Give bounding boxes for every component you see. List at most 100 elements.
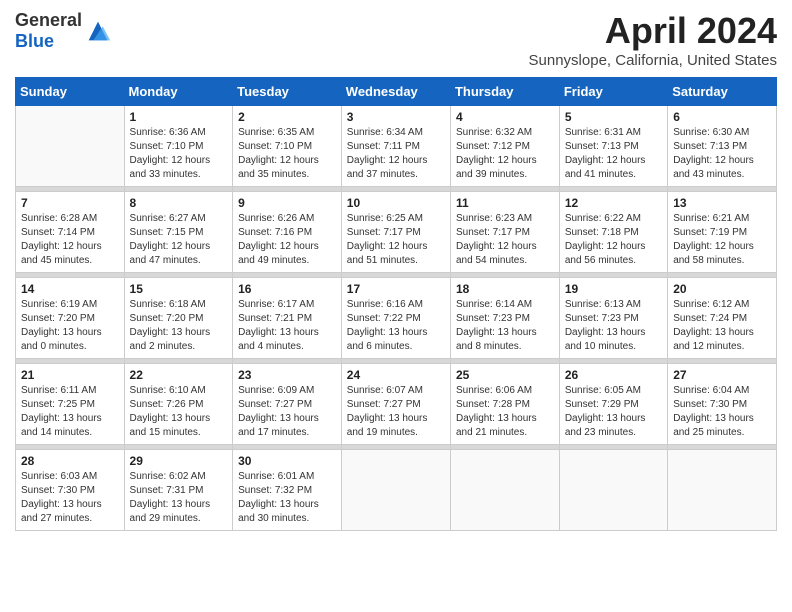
daylight-text: Daylight: 13 hours and 2 minutes. [130,326,228,354]
sunrise-text: Sunrise: 6:30 AM [673,126,771,140]
day-number: 21 [21,368,119,382]
daylight-text: Daylight: 13 hours and 8 minutes. [456,326,554,354]
day-info: Sunrise: 6:36 AMSunset: 7:10 PMDaylight:… [130,126,228,182]
sunrise-text: Sunrise: 6:19 AM [21,298,119,312]
day-info: Sunrise: 6:27 AMSunset: 7:15 PMDaylight:… [130,212,228,268]
sunrise-text: Sunrise: 6:05 AM [565,384,662,398]
day-number: 20 [673,282,771,296]
page-header: General Blue April 2024 Sunnyslope, Cali… [15,10,777,69]
calendar-cell: 15Sunrise: 6:18 AMSunset: 7:20 PMDayligh… [124,278,233,359]
sunset-text: Sunset: 7:15 PM [130,226,228,240]
weekday-header-thursday: Thursday [450,78,559,106]
sunset-text: Sunset: 7:19 PM [673,226,771,240]
calendar-cell [450,450,559,531]
sunrise-text: Sunrise: 6:25 AM [347,212,445,226]
daylight-text: Daylight: 12 hours and 47 minutes. [130,240,228,268]
calendar-cell: 17Sunrise: 6:16 AMSunset: 7:22 PMDayligh… [341,278,450,359]
calendar-cell: 22 Sunrise: 6:10 AMSunset: 7:26 PMDayligh… [124,364,233,445]
calendar-cell: 2Sunrise: 6:35 AMSunset: 7:10 PMDaylight… [233,106,342,187]
calendar-cell: 27 Sunrise: 6:04 AMSunset: 7:30 PMDayligh… [668,364,777,445]
calendar-cell [668,450,777,531]
sunset-text: Sunset: 7:24 PM [673,312,771,326]
sunset-text: Sunset: 7:20 PM [21,312,119,326]
sunrise-text: Sunrise: 6:28 AM [21,212,119,226]
day-number: 25 [456,368,554,382]
calendar-week-4: 21Sunrise: 6:11 AMSunset: 7:25 PMDayligh… [16,364,777,445]
sunrise-text: Sunrise: 6:22 AM [565,212,662,226]
day-info: Sunrise: 6:17 AMSunset: 7:21 PMDaylight:… [238,298,336,354]
day-info: Sunrise: 6:05 AMSunset: 7:29 PMDaylight:… [565,384,662,440]
calendar-cell: 5Sunrise: 6:31 AMSunset: 7:13 PMDaylight… [559,106,667,187]
sunset-text: Sunset: 7:32 PM [238,484,336,498]
day-number: 27 [673,368,771,382]
calendar-cell: 6Sunrise: 6:30 AMSunset: 7:13 PMDaylight… [668,106,777,187]
day-number: 29 [130,454,228,468]
sunrise-text: Sunrise: 6:10 AM [130,384,228,398]
day-info: Sunrise: 6:03 AMSunset: 7:30 PMDaylight:… [21,470,119,526]
daylight-text: Daylight: 12 hours and 39 minutes. [456,154,554,182]
weekday-header-monday: Monday [124,78,233,106]
calendar-cell: 26Sunrise: 6:05 AMSunset: 7:29 PMDayligh… [559,364,667,445]
day-info: Sunrise: 6:32 AMSunset: 7:12 PMDaylight:… [456,126,554,182]
day-info: Sunrise: 6:19 AMSunset: 7:20 PMDaylight:… [21,298,119,354]
month-title: April 2024 [529,10,777,52]
sunset-text: Sunset: 7:10 PM [238,140,336,154]
daylight-text: Daylight: 13 hours and 21 minutes. [456,412,554,440]
weekday-header-row: SundayMondayTuesdayWednesdayThursdayFrid… [16,78,777,106]
day-info: Sunrise: 6:30 AMSunset: 7:13 PMDaylight:… [673,126,771,182]
daylight-text: Daylight: 13 hours and 4 minutes. [238,326,336,354]
sunset-text: Sunset: 7:22 PM [347,312,445,326]
calendar-cell: 14Sunrise: 6:19 AMSunset: 7:20 PMDayligh… [16,278,125,359]
calendar-cell: 19Sunrise: 6:13 AMSunset: 7:23 PMDayligh… [559,278,667,359]
daylight-text: Daylight: 12 hours and 49 minutes. [238,240,336,268]
weekday-header-sunday: Sunday [16,78,125,106]
day-info: Sunrise: 6:18 AMSunset: 7:20 PMDaylight:… [130,298,228,354]
day-number: 18 [456,282,554,296]
calendar-week-2: 7Sunrise: 6:28 AMSunset: 7:14 PMDaylight… [16,192,777,273]
calendar-cell: 29 Sunrise: 6:02 AMSunset: 7:31 PMDayligh… [124,450,233,531]
sunset-text: Sunset: 7:30 PM [673,398,771,412]
calendar-week-5: 28Sunrise: 6:03 AMSunset: 7:30 PMDayligh… [16,450,777,531]
daylight-text: Daylight: 12 hours and 56 minutes. [565,240,662,268]
day-number: 12 [565,196,662,210]
calendar-cell: 9Sunrise: 6:26 AMSunset: 7:16 PMDaylight… [233,192,342,273]
day-number: 4 [456,110,554,124]
weekday-header-saturday: Saturday [668,78,777,106]
daylight-text: Daylight: 12 hours and 33 minutes. [130,154,228,182]
day-info: Sunrise: 6:02 AMSunset: 7:31 PMDaylight:… [130,470,228,526]
sunset-text: Sunset: 7:16 PM [238,226,336,240]
logo-general-text: General Blue [15,10,82,52]
day-number: 7 [21,196,119,210]
calendar-cell: 30Sunrise: 6:01 AMSunset: 7:32 PMDayligh… [233,450,342,531]
sunrise-text: Sunrise: 6:04 AM [673,384,771,398]
day-info: Sunrise: 6:34 AMSunset: 7:11 PMDaylight:… [347,126,445,182]
sunset-text: Sunset: 7:27 PM [347,398,445,412]
calendar-cell: 21Sunrise: 6:11 AMSunset: 7:25 PMDayligh… [16,364,125,445]
sunset-text: Sunset: 7:31 PM [130,484,228,498]
sunrise-text: Sunrise: 6:03 AM [21,470,119,484]
calendar-table: SundayMondayTuesdayWednesdayThursdayFrid… [15,77,777,531]
daylight-text: Daylight: 13 hours and 14 minutes. [21,412,119,440]
sunrise-text: Sunrise: 6:17 AM [238,298,336,312]
sunrise-text: Sunrise: 6:35 AM [238,126,336,140]
calendar-cell: 23Sunrise: 6:09 AMSunset: 7:27 PMDayligh… [233,364,342,445]
sunrise-text: Sunrise: 6:23 AM [456,212,554,226]
sunrise-text: Sunrise: 6:27 AM [130,212,228,226]
day-info: Sunrise: 6:04 AMSunset: 7:30 PMDaylight:… [673,384,771,440]
daylight-text: Daylight: 13 hours and 27 minutes. [21,498,119,526]
daylight-text: Daylight: 12 hours and 43 minutes. [673,154,771,182]
day-number: 5 [565,110,662,124]
day-info: Sunrise: 6:10 AMSunset: 7:26 PMDaylight:… [130,384,228,440]
day-number: 22 [130,368,228,382]
daylight-text: Daylight: 12 hours and 41 minutes. [565,154,662,182]
sunset-text: Sunset: 7:26 PM [130,398,228,412]
day-number: 1 [130,110,228,124]
title-area: April 2024 Sunnyslope, California, Unite… [529,10,777,69]
calendar-cell: 24Sunrise: 6:07 AMSunset: 7:27 PMDayligh… [341,364,450,445]
daylight-text: Daylight: 13 hours and 6 minutes. [347,326,445,354]
day-info: Sunrise: 6:23 AMSunset: 7:17 PMDaylight:… [456,212,554,268]
calendar-cell: 13Sunrise: 6:21 AMSunset: 7:19 PMDayligh… [668,192,777,273]
daylight-text: Daylight: 13 hours and 12 minutes. [673,326,771,354]
calendar-cell: 25Sunrise: 6:06 AMSunset: 7:28 PMDayligh… [450,364,559,445]
calendar-cell [341,450,450,531]
